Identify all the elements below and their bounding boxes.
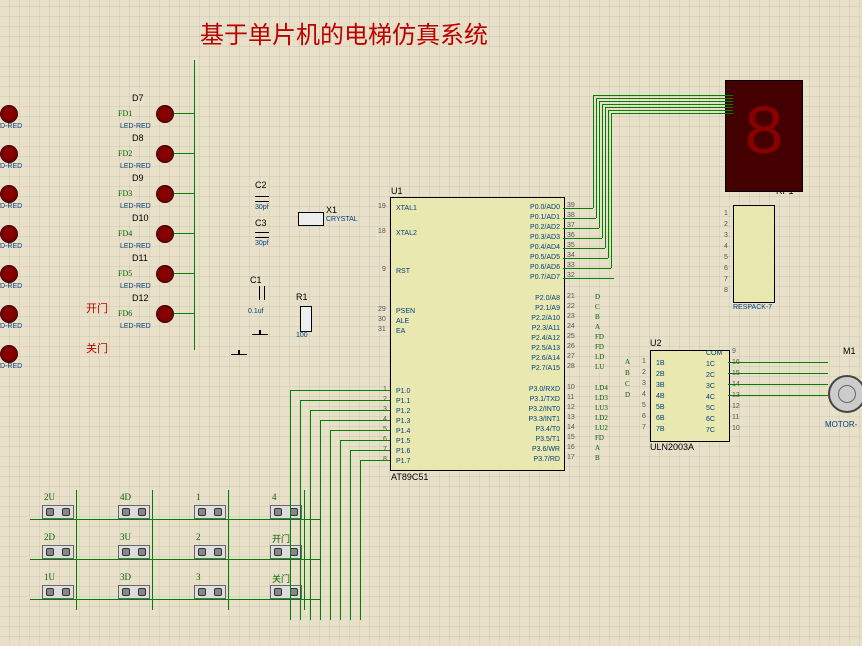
pin-ea: EA: [396, 328, 405, 335]
schematic-title: 基于单片机的电梯仿真系统: [200, 15, 488, 50]
cap-c3[interactable]: [255, 232, 269, 238]
pin-num-18: 18: [378, 228, 386, 235]
pin-xtal1: XTAL1: [396, 205, 417, 212]
seven-segment-digit: 8: [734, 89, 794, 183]
led-d8[interactable]: [156, 145, 174, 163]
button-2[interactable]: [194, 545, 226, 559]
pin-rst: RST: [396, 268, 410, 275]
led-left-3[interactable]: [0, 225, 18, 243]
pin-num-9: 9: [382, 266, 386, 273]
pin-xtal2: XTAL2: [396, 230, 417, 237]
button-关门[interactable]: [270, 585, 302, 599]
led-d9[interactable]: [156, 185, 174, 203]
respack-part: RESPACK-7: [733, 304, 772, 311]
uln-part: ULN2003A: [650, 442, 694, 452]
button-1[interactable]: [194, 505, 226, 519]
crystal-part: CRYSTAL: [326, 216, 358, 223]
led-left-1[interactable]: [0, 145, 18, 163]
led-left-6[interactable]: [0, 345, 18, 363]
led-d7[interactable]: [156, 105, 174, 123]
motor-part: MOTOR-: [825, 420, 857, 429]
led-d10[interactable]: [156, 225, 174, 243]
pin-psen: PSEN: [396, 308, 415, 315]
button-2U[interactable]: [42, 505, 74, 519]
uln-ref: U2: [650, 338, 662, 348]
cap-c1[interactable]: [259, 286, 265, 300]
ground-icon: [231, 350, 247, 360]
button-4[interactable]: [270, 505, 302, 519]
led-left-4[interactable]: [0, 265, 18, 283]
button-开门[interactable]: [270, 545, 302, 559]
seven-segment-display[interactable]: 8: [725, 80, 803, 192]
label-open-door: 开门: [86, 300, 108, 316]
button-2D[interactable]: [42, 545, 74, 559]
led-d11[interactable]: [156, 265, 174, 283]
led-left-5[interactable]: [0, 305, 18, 323]
button-1U[interactable]: [42, 585, 74, 599]
motor-ref: M1: [843, 346, 856, 356]
cap-c2[interactable]: [255, 196, 269, 202]
button-4D[interactable]: [118, 505, 150, 519]
ground-icon: [252, 330, 268, 340]
led-d12[interactable]: [156, 305, 174, 323]
resistor-r1[interactable]: [300, 306, 312, 332]
mcu-ref: U1: [391, 186, 403, 196]
led-left-2[interactable]: [0, 185, 18, 203]
mcu-part: AT89C51: [391, 472, 428, 482]
button-3[interactable]: [194, 585, 226, 599]
button-3D[interactable]: [118, 585, 150, 599]
respack-7[interactable]: [733, 205, 775, 303]
button-3U[interactable]: [118, 545, 150, 559]
label-close-door: 关门: [86, 340, 108, 356]
led-left-0[interactable]: [0, 105, 18, 123]
pin-ale: ALE: [396, 318, 409, 325]
stepper-motor[interactable]: [828, 375, 862, 413]
pin-num-19: 19: [378, 203, 386, 210]
crystal-ref: X1: [326, 205, 337, 215]
crystal-x1[interactable]: [298, 212, 324, 226]
